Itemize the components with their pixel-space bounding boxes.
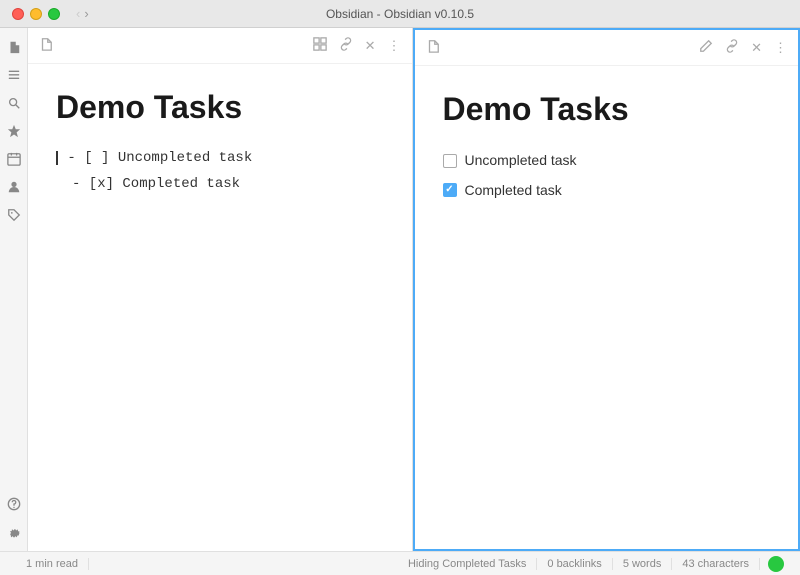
sidebar-icon-person[interactable] [3, 176, 25, 198]
file-icon-right [423, 37, 443, 58]
sidebar-icon-search[interactable] [3, 92, 25, 114]
content-area: ✕ ⋮ Demo Tasks - [ ] Uncompleted task - … [28, 28, 800, 551]
preview-task-1: Uncompleted task [443, 148, 771, 173]
sidebar [0, 28, 28, 551]
status-words: 5 words [613, 558, 673, 570]
status-read-time: 1 min read [16, 558, 89, 570]
preview-task-2: Completed task [443, 178, 771, 203]
minimize-button[interactable] [30, 8, 42, 20]
task-2-label: Completed task [465, 178, 562, 203]
left-pane-editor: ✕ ⋮ Demo Tasks - [ ] Uncompleted task - … [28, 28, 413, 551]
task-list-raw[interactable]: - [ ] Uncompleted task - [x] Completed t… [56, 146, 384, 196]
more-icon-right[interactable]: ⋮ [771, 38, 790, 58]
sidebar-icon-help[interactable] [3, 493, 25, 515]
right-toolbar-right: ✕ ⋮ [696, 37, 790, 58]
sidebar-icon-star[interactable] [3, 120, 25, 142]
raw-task-2: - [x] Completed task [72, 172, 384, 197]
window-title: Obsidian - Obsidian v0.10.5 [326, 7, 474, 21]
right-toolbar-left [423, 37, 443, 58]
link-icon-left[interactable] [336, 35, 356, 56]
task-1-label: Uncompleted task [465, 148, 577, 173]
link-icon-right[interactable] [722, 37, 742, 58]
task-2-checkbox[interactable] [443, 183, 457, 197]
cursor [56, 151, 58, 165]
raw-task-1-text: - [ ] Uncompleted task [67, 150, 252, 166]
left-toolbar-right: ✕ ⋮ [310, 35, 404, 56]
sidebar-icon-settings[interactable] [3, 521, 25, 543]
right-pane-preview: ✕ ⋮ Demo Tasks Uncompleted task Complete… [413, 28, 800, 551]
title-bar: ‹ › Obsidian - Obsidian v0.10.5 [0, 0, 800, 28]
right-preview-title: Demo Tasks [443, 90, 771, 128]
maximize-button[interactable] [48, 8, 60, 20]
left-editor-title: Demo Tasks [56, 88, 384, 126]
nav-buttons: ‹ › [76, 6, 89, 21]
grid-icon-left[interactable] [310, 35, 330, 56]
left-pane-toolbar: ✕ ⋮ [28, 28, 412, 64]
task-1-checkbox[interactable] [443, 154, 457, 168]
sidebar-icon-file[interactable] [3, 36, 25, 58]
app-body: ✕ ⋮ Demo Tasks - [ ] Uncompleted task - … [0, 28, 800, 551]
traffic-lights [12, 8, 60, 20]
right-pane-toolbar: ✕ ⋮ [415, 30, 799, 66]
close-icon-left[interactable]: ✕ [362, 36, 379, 56]
status-bar: 1 min read Hiding Completed Tasks 0 back… [0, 551, 800, 575]
edit-icon-right[interactable] [696, 37, 716, 58]
forward-button[interactable]: › [84, 6, 88, 21]
more-icon-left[interactable]: ⋮ [385, 36, 404, 56]
back-button[interactable]: ‹ [76, 6, 80, 21]
status-dot [768, 556, 784, 572]
file-icon-left [36, 35, 56, 56]
close-button[interactable] [12, 8, 24, 20]
left-pane-content: Demo Tasks - [ ] Uncompleted task - [x] … [28, 64, 412, 551]
status-hiding: Hiding Completed Tasks [398, 558, 537, 570]
sidebar-icon-calendar[interactable] [3, 148, 25, 170]
raw-task-2-text: - [x] Completed task [72, 176, 240, 192]
raw-task-1: - [ ] Uncompleted task [56, 146, 384, 171]
sidebar-icon-menu[interactable] [3, 64, 25, 86]
status-backlinks: 0 backlinks [537, 558, 612, 570]
left-toolbar-left [36, 35, 56, 56]
right-pane-content: Demo Tasks Uncompleted task Completed ta… [415, 66, 799, 549]
sidebar-icon-tag[interactable] [3, 204, 25, 226]
close-icon-right[interactable]: ✕ [748, 38, 765, 58]
status-characters: 43 characters [672, 558, 760, 570]
task-list-preview: Uncompleted task Completed task [443, 148, 771, 202]
